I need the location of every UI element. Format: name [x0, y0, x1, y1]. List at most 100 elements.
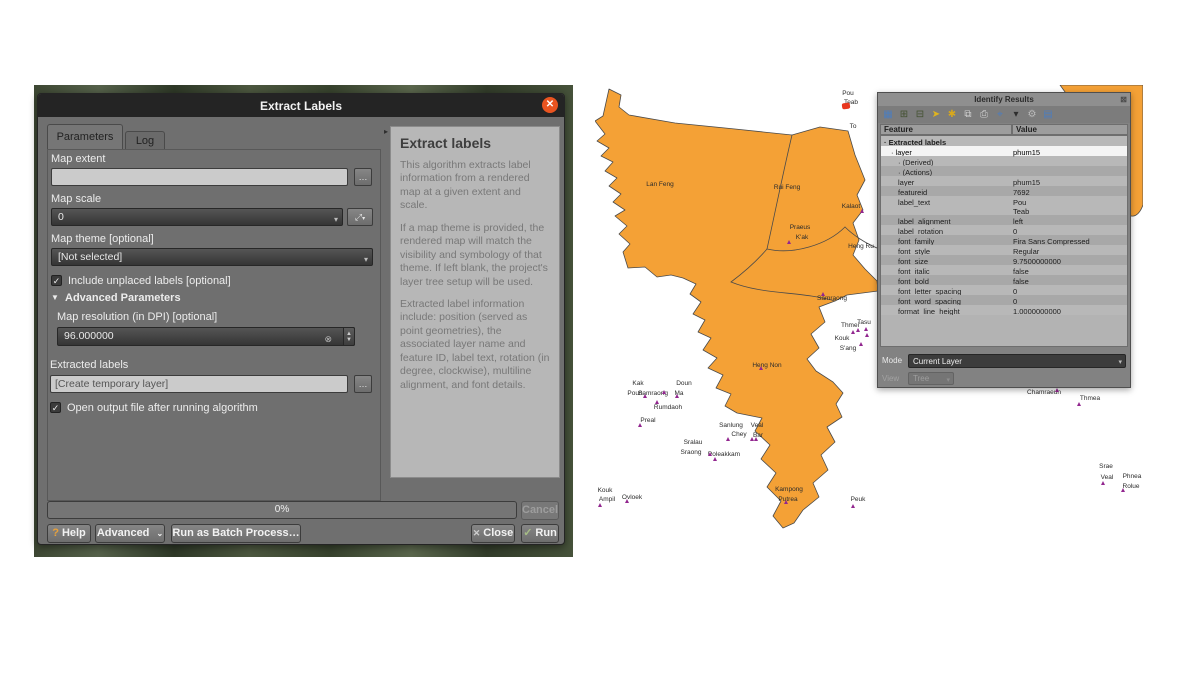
settings-icon[interactable]: ⚙: [1026, 109, 1038, 121]
advanced-expander-icon[interactable]: ▼: [51, 293, 59, 302]
identify-row[interactable]: format_line_height1.0000000000: [881, 305, 1127, 315]
identify-row[interactable]: font_size9.7500000000: [881, 255, 1127, 265]
point-marker-icon: [726, 437, 730, 441]
clear-results-icon[interactable]: ✱: [946, 109, 958, 121]
value-cell: [1013, 166, 1127, 176]
identify-row[interactable]: · Extracted labels: [881, 136, 1127, 146]
identify-results-table[interactable]: · Extracted labels· layerphum15· (Derive…: [880, 135, 1128, 347]
identify-row[interactable]: font_italicfalse: [881, 265, 1127, 275]
resolution-spinner[interactable]: ▲▼: [343, 327, 355, 346]
form-view-icon[interactable]: ▦: [882, 109, 894, 121]
map-extent-input[interactable]: [51, 168, 348, 186]
extracted-labels-browse-button[interactable]: …: [354, 375, 372, 393]
extracted-labels-input[interactable]: [Create temporary layer]: [50, 375, 348, 393]
value-cell: Fira Sans Compressed: [1013, 235, 1127, 245]
identify-row[interactable]: label_alignmentleft: [881, 215, 1127, 225]
help-paragraph: Extracted label information include: pos…: [400, 298, 550, 392]
value-column-header[interactable]: Value: [1012, 124, 1128, 135]
help-paragraphs: This algorithm extracts label informatio…: [400, 159, 550, 392]
dialog-titlebar[interactable]: Extract Labels ✕: [38, 94, 564, 117]
advanced-button-label: Advanced: [97, 527, 150, 539]
feature-cell: font_word_spacing: [881, 295, 1013, 305]
chevron-down-icon: ▾: [334, 213, 338, 226]
mode-select[interactable]: Current Layer ▾: [908, 354, 1126, 368]
cancel-button[interactable]: Cancel: [521, 501, 559, 520]
expand-tree-icon[interactable]: ⊞: [898, 109, 910, 121]
collapse-tree-icon[interactable]: ⊟: [914, 109, 926, 121]
point-marker-icon: [1101, 481, 1105, 485]
advanced-button[interactable]: Advanced ⌄: [95, 524, 165, 543]
point-marker-icon: [708, 452, 712, 456]
open-output-checkbox[interactable]: ✓: [50, 402, 61, 413]
map-resolution-input[interactable]: 96.000000 ⊗: [57, 327, 355, 346]
value-cell: 0: [1013, 285, 1127, 295]
help-panel-splitter[interactable]: ▸: [384, 127, 388, 136]
identify-panel-titlebar[interactable]: Identify Results ⊠: [878, 93, 1130, 106]
print-response-icon[interactable]: ⎙: [978, 109, 990, 121]
identify-row[interactable]: font_letter_spacing0: [881, 285, 1127, 295]
district-polygon: [595, 89, 878, 528]
run-batch-button[interactable]: Run as Batch Process…: [171, 524, 301, 543]
map-scale-select[interactable]: 0 ▾: [51, 208, 343, 226]
point-marker-icon: [662, 390, 666, 394]
help-form-icon[interactable]: ▤: [1042, 109, 1054, 121]
help-button[interactable]: ?Help: [47, 524, 91, 543]
close-button[interactable]: ✕Close: [471, 524, 515, 543]
identify-row[interactable]: label_textPou Teab: [881, 196, 1127, 215]
point-marker-icon: [643, 394, 647, 398]
identify-toolbar: ▦ ⊞ ⊟ ➤ ✱ ⧉ ⎙ ⌖ ▾ ⚙ ▤: [878, 106, 1130, 123]
identify-row[interactable]: label_rotation0: [881, 225, 1127, 235]
chevron-down-icon: ⌄: [156, 529, 163, 538]
set-scale-from-canvas-button[interactable]: ⤢▾: [347, 208, 373, 226]
tab-log[interactable]: Log: [125, 131, 165, 149]
expand-new-results-icon[interactable]: ➤: [930, 109, 942, 121]
selected-point-marker: [842, 102, 851, 109]
map-theme-select[interactable]: [Not selected] ▾: [51, 248, 373, 266]
open-output-label: Open output file after running algorithm: [67, 402, 258, 414]
identify-row[interactable]: font_word_spacing0: [881, 295, 1127, 305]
close-window-icon[interactable]: ✕: [542, 97, 558, 113]
map-feature-label: Sraong: [681, 450, 702, 457]
identify-row[interactable]: · layerphum15: [881, 146, 1127, 156]
identify-row[interactable]: featureid7692: [881, 186, 1127, 196]
map-feature-label: Tasu: [857, 320, 871, 327]
value-cell: phum15: [1013, 146, 1127, 156]
map-theme-value: [Not selected]: [58, 251, 122, 263]
identify-row[interactable]: layerphum15: [881, 176, 1127, 186]
value-cell: Pou Teab: [1013, 196, 1127, 215]
advanced-parameters-label[interactable]: Advanced Parameters: [65, 292, 181, 304]
value-cell: 9.7500000000: [1013, 255, 1127, 265]
map-feature-label: Praeus: [790, 225, 811, 232]
help-icon: ?: [52, 527, 59, 539]
value-cell: 7692: [1013, 186, 1127, 196]
help-button-label: Help: [62, 527, 86, 539]
identify-row[interactable]: · (Actions): [881, 166, 1127, 176]
feature-cell: font_italic: [881, 265, 1013, 275]
progress-bar: 0%: [47, 501, 517, 519]
map-extent-browse-button[interactable]: …: [354, 168, 372, 186]
feature-cell: font_letter_spacing: [881, 285, 1013, 295]
identify-row[interactable]: font_boldfalse: [881, 275, 1127, 285]
identify-mode-caret-icon[interactable]: ▾: [1010, 109, 1022, 121]
help-paragraph: This algorithm extracts label informatio…: [400, 159, 550, 213]
feature-column-header[interactable]: Feature: [880, 124, 1012, 135]
identify-features-icon[interactable]: ⌖: [994, 109, 1006, 121]
value-cell: left: [1013, 215, 1127, 225]
identify-row[interactable]: font_familyFira Sans Compressed: [881, 235, 1127, 245]
map-feature-label: Thmea: [1080, 396, 1100, 403]
close-panel-icon[interactable]: ⊠: [1120, 95, 1127, 104]
help-paragraph: If a map theme is provided, the rendered…: [400, 222, 550, 289]
feature-cell: · (Actions): [881, 166, 1013, 176]
identify-row[interactable]: font_styleRegular: [881, 245, 1127, 255]
run-button[interactable]: ✓Run: [521, 524, 559, 543]
include-unplaced-checkbox[interactable]: ✓: [51, 275, 62, 286]
feature-cell: format_line_height: [881, 305, 1013, 315]
help-title: Extract labels: [400, 135, 550, 151]
feature-cell: layer: [881, 176, 1013, 186]
tab-parameters[interactable]: Parameters: [47, 124, 123, 149]
view-select[interactable]: Tree ▾: [908, 372, 954, 385]
identify-row[interactable]: · (Derived): [881, 156, 1127, 166]
point-marker-icon: [787, 240, 791, 244]
clear-value-icon[interactable]: ⊗: [324, 333, 332, 346]
copy-feature-icon[interactable]: ⧉: [962, 109, 974, 121]
